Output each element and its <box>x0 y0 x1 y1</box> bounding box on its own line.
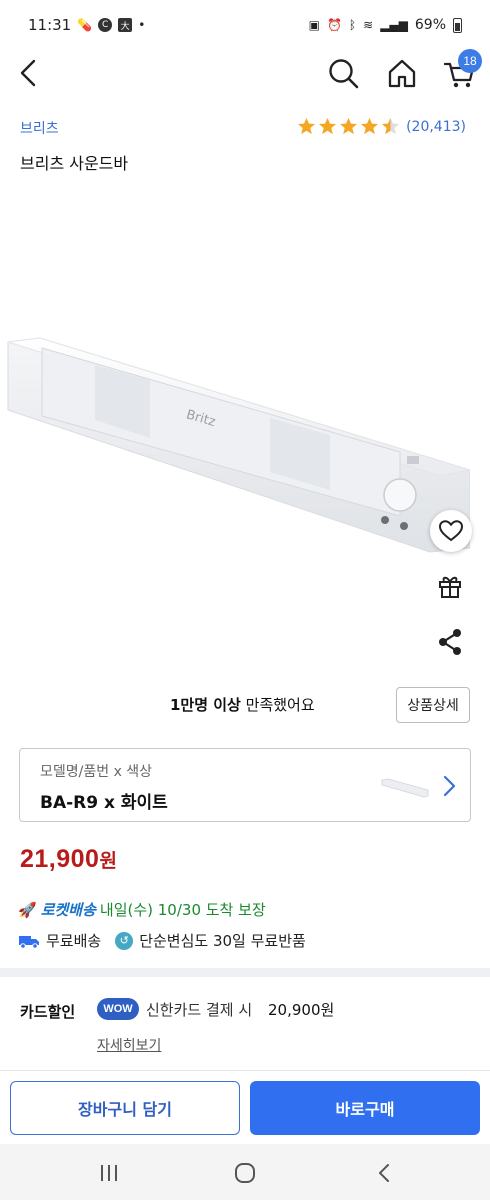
status-right: ▣ ⏰ ᛒ ≋ ▂▄▆ 69% <box>309 17 462 33</box>
rocket-icon: 🚀 <box>18 900 37 919</box>
signal-icon: ▂▄▆ <box>380 18 408 32</box>
star-icon <box>298 117 316 135</box>
section-divider <box>0 968 490 977</box>
home-nav-button[interactable] <box>232 1162 258 1184</box>
gift-button[interactable] <box>430 566 470 606</box>
battery-percent: 69% <box>414 17 446 33</box>
rocket-delivery-label: 로켓배송 <box>40 901 96 919</box>
android-nav-bar <box>0 1144 490 1200</box>
share-button[interactable] <box>430 622 470 662</box>
battery-icon <box>453 17 462 33</box>
price-amount: 21,900 <box>20 845 100 873</box>
option-value: BA-R9 x 화이트 <box>40 793 168 813</box>
search-button[interactable] <box>326 56 360 90</box>
arrival-date: 내일(수) 10/30 도착 보장 <box>99 901 266 919</box>
card-discount-text: 신한카드 결제 시 <box>146 1001 253 1019</box>
alarm-icon: ⏰ <box>326 18 342 32</box>
wifi-icon: ≋ <box>363 18 374 32</box>
truck-icon <box>19 935 39 949</box>
back-button[interactable] <box>14 56 44 90</box>
status-left: 11:31 💊 C 大 • <box>28 16 145 34</box>
share-icon <box>439 629 461 655</box>
price: 21,900원 <box>20 845 117 874</box>
rocket-delivery-row: 🚀 로켓배송 내일(수) 10/30 도착 보장 <box>18 899 266 920</box>
satisfaction-text: 1만명 이상 만족했어요 <box>170 694 315 715</box>
review-count: (20,413) <box>406 118 466 135</box>
card-discount-title: 카드할인 <box>20 1003 76 1021</box>
wishlist-button[interactable] <box>430 510 472 552</box>
status-time: 11:31 <box>28 16 72 34</box>
lock-icon: ▣ <box>308 18 320 32</box>
recent-apps-button[interactable] <box>96 1162 122 1184</box>
star-icon <box>319 117 337 135</box>
cart-count-badge: 18 <box>458 49 482 73</box>
option-label: 모델명/품번 x 색상 <box>40 764 153 780</box>
brand-link[interactable]: 브리츠 <box>20 118 59 138</box>
product-image[interactable]: Britz <box>0 320 470 560</box>
free-return-text: 단순변심도 30일 무료반품 <box>139 932 306 950</box>
price-unit: 원 <box>99 851 118 872</box>
more-notifications-icon: • <box>138 18 146 32</box>
half-star-icon <box>382 117 400 135</box>
see-details-link[interactable]: 자세히보기 <box>97 1035 161 1055</box>
rating[interactable]: (20,413) <box>297 117 466 136</box>
card-discount-price: 20,900원 <box>268 1001 335 1019</box>
option-thumbnail <box>381 778 429 798</box>
c-app-icon: C <box>98 18 113 32</box>
status-bar: 11:31 💊 C 大 • ▣ ⏰ ᛒ ≋ ▂▄▆ 69% <box>0 0 490 50</box>
free-shipping-row: 무료배송 ↺ 단순변심도 30일 무료반품 <box>18 930 306 951</box>
product-detail-button[interactable]: 상품상세 <box>396 687 470 723</box>
option-selector[interactable]: 모델명/품번 x 색상 BA-R9 x 화이트 <box>19 748 471 822</box>
bottom-action-bar: 장바구니 담기 바로구매 <box>0 1070 490 1144</box>
home-icon <box>388 59 416 88</box>
pill-icon: 💊 <box>77 18 93 32</box>
back-nav-button[interactable] <box>372 1162 398 1184</box>
heart-icon <box>439 520 463 542</box>
star-icon <box>361 117 379 135</box>
buy-now-button[interactable]: 바로구매 <box>250 1081 480 1135</box>
bluetooth-icon: ᛒ <box>348 18 357 32</box>
satisfaction-strong: 1만명 이상 <box>170 696 241 714</box>
home-button[interactable] <box>385 56 419 90</box>
app-icon: 大 <box>118 18 133 32</box>
product-title: 브리츠 사운드바 <box>20 154 129 173</box>
search-icon <box>329 59 359 89</box>
satisfaction-rest: 만족했어요 <box>240 696 315 714</box>
free-shipping-text: 무료배송 <box>46 932 102 950</box>
top-nav: 18 <box>0 49 490 96</box>
wow-badge: WOW <box>97 998 139 1020</box>
chevron-right-icon <box>443 775 456 797</box>
back-icon <box>20 59 36 87</box>
return-icon: ↺ <box>115 931 134 950</box>
gift-icon <box>439 576 461 598</box>
add-to-cart-button[interactable]: 장바구니 담기 <box>10 1081 240 1135</box>
star-icon <box>340 117 358 135</box>
